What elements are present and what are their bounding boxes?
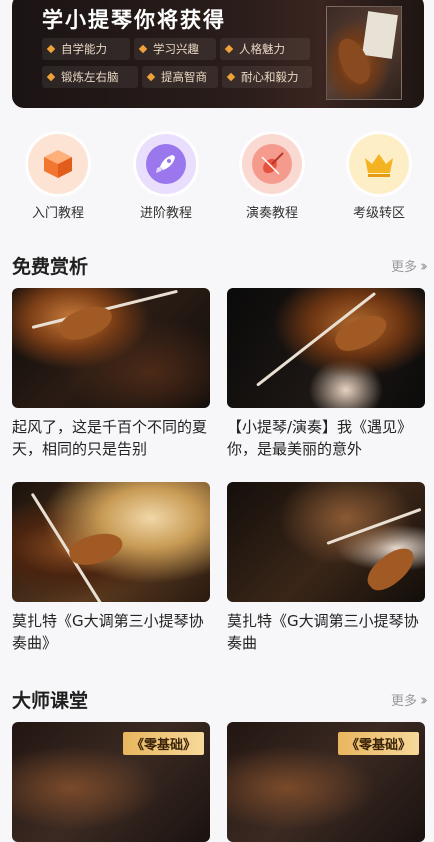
- free-section-title: 免费赏析: [12, 256, 89, 278]
- video-title: 【小提琴/演奏】我《遇见》你，是最美丽的意外: [227, 418, 413, 458]
- video-card[interactable]: 莫扎特《G大调第三小提琴协奏曲: [227, 482, 425, 654]
- video-thumbnail: [12, 482, 210, 602]
- diamond-icon: [46, 44, 56, 53]
- benefit-item: 提高智商: [142, 66, 218, 88]
- benefit-item: 耐心和毅力: [222, 66, 312, 88]
- video-title: 莫扎特《G大调第三小提琴协奏曲: [227, 612, 419, 652]
- category-exam[interactable]: 考级转区: [334, 134, 424, 221]
- benefit-item: 学习兴趣: [134, 38, 216, 60]
- category-nav: 入门教程 进阶教程 演奏教程 考级转区: [0, 134, 434, 224]
- benefit-item: 自学能力: [42, 38, 130, 60]
- course-card[interactable]: 《零基础》: [12, 722, 210, 842]
- double-chevron-icon: ››: [420, 691, 428, 709]
- video-card[interactable]: 起风了，这是千百个不同的夏天，相同的只是告别: [12, 288, 210, 460]
- diamond-icon: [224, 44, 234, 53]
- course-card[interactable]: 《零基础》: [227, 722, 425, 842]
- category-label: 入门教程: [31, 206, 84, 221]
- diamond-icon: [226, 72, 236, 81]
- crown-icon: [359, 144, 399, 184]
- course-tag: 《零基础》: [337, 732, 419, 755]
- banner-title: 学小提琴你将获得: [42, 8, 226, 32]
- video-card[interactable]: 【小提琴/演奏】我《遇见》你，是最美丽的意外: [227, 288, 425, 460]
- course-tag: 《零基础》: [122, 732, 204, 755]
- category-label: 进阶教程: [139, 206, 192, 221]
- hero-banner[interactable]: 学小提琴你将获得 自学能力 学习兴趣 人格魅力 锻炼左右脑 提高智商 耐心和毅力: [12, 0, 424, 108]
- rocket-icon: [146, 144, 186, 184]
- course-thumbnail: 《零基础》: [227, 722, 425, 842]
- benefit-item: 人格魅力: [220, 38, 310, 60]
- benefits-list: 自学能力 学习兴趣 人格魅力 锻炼左右脑 提高智商 耐心和毅力: [42, 38, 312, 96]
- cube-icon: [38, 144, 78, 184]
- category-advanced[interactable]: 进阶教程: [121, 134, 211, 221]
- category-icon-wrap: [242, 134, 302, 194]
- benefit-item: 锻炼左右脑: [42, 66, 138, 88]
- category-icon-wrap: [136, 134, 196, 194]
- diamond-icon: [146, 72, 156, 81]
- video-title: 莫扎特《G大调第三小提琴协奏曲》: [12, 612, 204, 652]
- sheet-music: [362, 11, 398, 59]
- violin-icon: [252, 144, 292, 184]
- category-label: 考级转区: [352, 206, 405, 221]
- category-icon-wrap: [349, 134, 409, 194]
- diamond-icon: [46, 72, 56, 81]
- video-thumbnail: [12, 288, 210, 408]
- video-card[interactable]: 莫扎特《G大调第三小提琴协奏曲》: [12, 482, 210, 654]
- diamond-icon: [138, 44, 148, 53]
- course-thumbnail: 《零基础》: [12, 722, 210, 842]
- master-more-link[interactable]: 更多 ››: [391, 690, 428, 709]
- category-performance[interactable]: 演奏教程: [227, 134, 317, 221]
- free-more-link[interactable]: 更多 ››: [391, 256, 428, 275]
- double-chevron-icon: ››: [420, 257, 428, 275]
- master-section-title: 大师课堂: [12, 690, 89, 712]
- category-icon-wrap: [28, 134, 88, 194]
- category-label: 演奏教程: [245, 206, 298, 221]
- category-beginner[interactable]: 入门教程: [13, 134, 103, 221]
- violin-photo: [326, 6, 402, 100]
- video-thumbnail: [227, 482, 425, 602]
- video-title: 起风了，这是千百个不同的夏天，相同的只是告别: [12, 418, 208, 458]
- video-thumbnail: [227, 288, 425, 408]
